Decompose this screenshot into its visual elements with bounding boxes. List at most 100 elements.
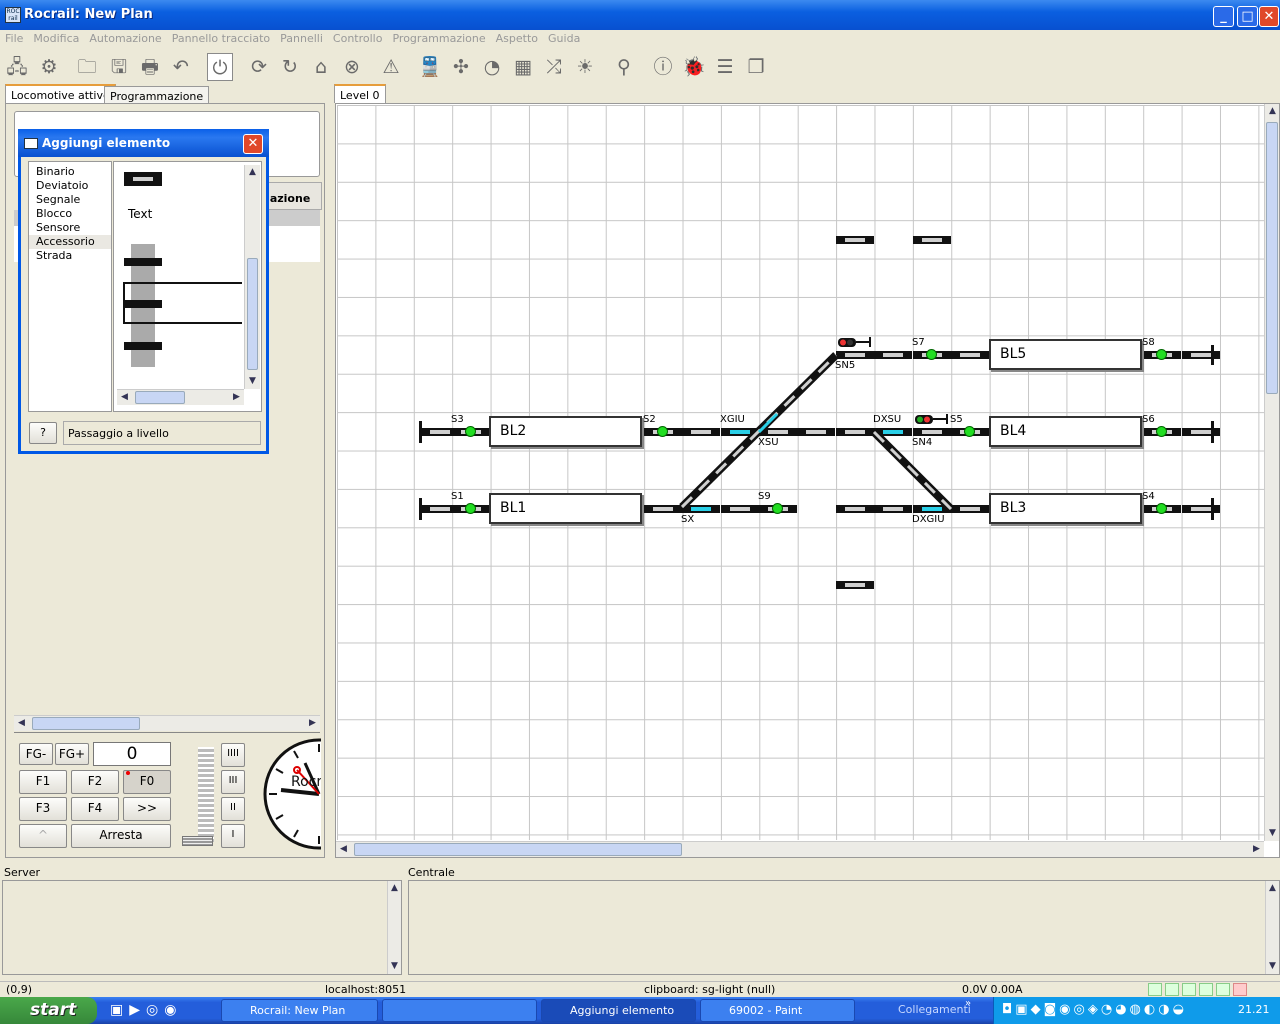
- power-icon[interactable]: ⏻: [207, 53, 233, 81]
- plan-vscroll[interactable]: ▲ ▼: [1264, 104, 1279, 841]
- stop-button[interactable]: Arresta: [71, 824, 171, 848]
- signal-sn5[interactable]: [838, 337, 871, 347]
- dialog-close-button[interactable]: ✕: [243, 134, 263, 154]
- connect-icon[interactable]: 🖧: [4, 53, 30, 81]
- sensor-s5[interactable]: [964, 426, 975, 437]
- category-sensore[interactable]: Sensore: [36, 221, 111, 235]
- task-add-element[interactable]: Aggiungi elemento: [541, 999, 696, 1022]
- track-plan-grid[interactable]: [337, 105, 1264, 840]
- block-bl5[interactable]: BL5: [989, 339, 1142, 370]
- maximize-button[interactable]: □: [1237, 6, 1258, 27]
- scroll-left-icon[interactable]: ◀: [117, 390, 132, 405]
- sensor-s4[interactable]: [1156, 503, 1167, 514]
- element-palette[interactable]: Text ▲ ▼ ◀ ▶: [113, 161, 262, 412]
- locomotive-icon[interactable]: 🚆: [417, 53, 443, 81]
- scroll-down-icon[interactable]: ▼: [1265, 959, 1280, 974]
- gear-2-button[interactable]: II: [221, 797, 245, 821]
- open-icon[interactable]: 🗀: [74, 53, 100, 81]
- menu-automazione[interactable]: Automazione: [84, 30, 166, 45]
- direction-button[interactable]: ^: [19, 824, 67, 848]
- reset-icon[interactable]: ↻: [277, 53, 303, 81]
- warning-icon[interactable]: ⚠: [378, 53, 404, 81]
- category-blocco[interactable]: Blocco: [36, 207, 111, 221]
- light-icon[interactable]: ☀: [572, 53, 598, 81]
- menu-pannello-tracciato[interactable]: Pannello tracciato: [167, 30, 275, 45]
- scroll-left-icon[interactable]: ◀: [14, 716, 29, 731]
- print-icon[interactable]: 🖶: [137, 53, 163, 81]
- task-paint[interactable]: 69002 - Paint: [700, 999, 855, 1022]
- speed-slider-track[interactable]: [198, 747, 214, 842]
- category-accessorio[interactable]: Accessorio: [29, 235, 111, 249]
- loco-list-hscroll[interactable]: ◀ ▶: [14, 715, 320, 731]
- quick-launch[interactable]: ▣▶◎◉: [110, 1002, 205, 1020]
- throttle-icon[interactable]: ◔: [479, 53, 505, 81]
- scroll-thumb[interactable]: [32, 717, 140, 730]
- start-button[interactable]: start: [0, 997, 97, 1024]
- menu-pannelli[interactable]: Pannelli: [275, 30, 328, 45]
- block-bl4[interactable]: BL4: [989, 416, 1142, 447]
- block-bl2[interactable]: BL2: [489, 416, 642, 447]
- track-segment[interactable]: [836, 236, 874, 244]
- speed-field[interactable]: 0: [93, 742, 171, 766]
- links-chevron-icon[interactable]: »: [965, 998, 971, 1009]
- scroll-thumb[interactable]: [1266, 122, 1278, 394]
- task-rocrail[interactable]: Rocrail: New Plan: [221, 999, 378, 1022]
- scroll-down-icon[interactable]: ▼: [245, 374, 260, 389]
- scroll-thumb[interactable]: [354, 843, 682, 856]
- category-strada[interactable]: Strada: [36, 249, 111, 263]
- save-icon[interactable]: 🖫: [106, 53, 132, 81]
- scroll-right-icon[interactable]: ▶: [305, 716, 320, 731]
- palette-item-text[interactable]: Text: [128, 207, 152, 221]
- f0-button[interactable]: F0: [123, 770, 171, 794]
- track-segment[interactable]: [836, 581, 874, 589]
- bug-icon[interactable]: 🐞: [681, 53, 707, 81]
- tab-level-0[interactable]: Level 0: [334, 84, 386, 103]
- pages-icon[interactable]: ❐: [743, 53, 769, 81]
- scroll-down-icon[interactable]: ▼: [387, 959, 402, 974]
- sensor-s1[interactable]: [465, 503, 476, 514]
- help-button[interactable]: ?: [29, 422, 57, 444]
- palette-item-crossing-3[interactable]: [124, 342, 162, 350]
- category-list[interactable]: Binario Deviatoio Segnale Blocco Sensore…: [28, 161, 112, 412]
- home-icon[interactable]: ⌂: [308, 53, 334, 81]
- scroll-right-icon[interactable]: ▶: [1249, 842, 1264, 857]
- sensor-s6[interactable]: [1156, 426, 1167, 437]
- tab-locomotive-attive[interactable]: Locomotive attive: [5, 84, 116, 103]
- grid-icon[interactable]: ▦: [510, 53, 536, 81]
- fg-minus-button[interactable]: FG-: [19, 743, 53, 765]
- menu-guida[interactable]: Guida: [543, 30, 585, 45]
- task-console[interactable]: [382, 999, 537, 1022]
- scroll-thumb[interactable]: [247, 258, 258, 370]
- tray-icons[interactable]: ◘▣◆◙◉◎◈◔◕◍◐◑◒: [1002, 1002, 1187, 1017]
- scroll-down-icon[interactable]: ▼: [1265, 826, 1280, 841]
- menu-controllo[interactable]: Controllo: [328, 30, 388, 45]
- turnout-icon[interactable]: ✣: [448, 53, 474, 81]
- fg-plus-button[interactable]: FG+: [55, 743, 89, 765]
- scroll-right-icon[interactable]: ▶: [229, 390, 244, 405]
- cancel-icon[interactable]: ⊗: [339, 53, 365, 81]
- gear-1-button[interactable]: I: [221, 824, 245, 848]
- signal-sn4[interactable]: [915, 414, 948, 424]
- track-plan-svg[interactable]: [337, 105, 1264, 840]
- more-functions-button[interactable]: >>: [123, 797, 171, 821]
- scroll-up-icon[interactable]: ▲: [387, 881, 402, 896]
- settings-icon[interactable]: ⚙: [36, 53, 62, 81]
- f1-button[interactable]: F1: [19, 770, 67, 794]
- palette-vscroll[interactable]: ▲ ▼: [244, 165, 260, 389]
- menu-aspetto[interactable]: Aspetto: [491, 30, 543, 45]
- sync-icon[interactable]: ⟳: [246, 53, 272, 81]
- sensor-s2[interactable]: [657, 426, 668, 437]
- palette-item-crossing-1[interactable]: [124, 258, 162, 266]
- f2-button[interactable]: F2: [71, 770, 119, 794]
- sensor-s9[interactable]: [772, 503, 783, 514]
- scroll-thumb[interactable]: [135, 391, 185, 404]
- track-plan-area[interactable]: BL5 BL2 BL4 BL1 BL3 S7 S8 SN5 S3 S2 XGIU…: [335, 103, 1280, 858]
- block-bl1[interactable]: BL1: [489, 493, 642, 524]
- palette-item-accessory[interactable]: [124, 172, 162, 186]
- server-log[interactable]: ▲ ▼: [2, 880, 402, 975]
- category-binario[interactable]: Binario: [36, 165, 111, 179]
- sensor-s8[interactable]: [1156, 349, 1167, 360]
- minimize-button[interactable]: _: [1213, 6, 1234, 27]
- shuffle-icon[interactable]: ⤮: [541, 53, 567, 81]
- scroll-up-icon[interactable]: ▲: [1265, 104, 1280, 119]
